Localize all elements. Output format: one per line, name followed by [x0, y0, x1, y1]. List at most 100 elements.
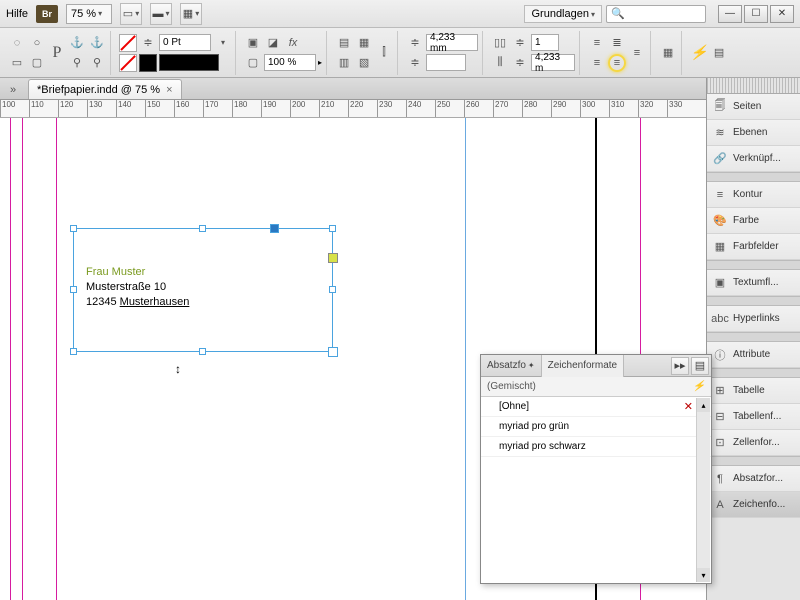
stepper3-icon[interactable]: ≑: [406, 54, 424, 72]
resize-handle[interactable]: [70, 348, 77, 355]
dock-grip[interactable]: [707, 78, 800, 94]
columns-input[interactable]: 1: [531, 34, 559, 51]
opacity-input[interactable]: 100 %: [264, 54, 316, 71]
document-tab[interactable]: *Briefpapier.indd @ 75 % ×: [28, 79, 182, 99]
search-field[interactable]: 🔍: [606, 5, 706, 23]
text-wrap-bound-icon[interactable]: ▦: [355, 34, 373, 52]
bridge-button[interactable]: Br: [36, 5, 58, 23]
dock-item[interactable]: AZeichenfo...: [707, 492, 800, 518]
stroke-weight-input[interactable]: 0 Pt: [159, 34, 211, 51]
text-wrap-none-icon[interactable]: ▤: [335, 34, 353, 52]
in-port[interactable]: [270, 224, 279, 233]
dock-item[interactable]: 🔗Verknüpf...: [707, 146, 800, 172]
arrange-docs-button[interactable]: ▦: [180, 3, 202, 25]
workspace-switcher[interactable]: Grundlagen: [524, 5, 602, 23]
quick-apply-icon[interactable]: ⚡: [690, 44, 708, 62]
dock-item[interactable]: ¶Absatzfor...: [707, 466, 800, 492]
scroll-up-icon[interactable]: ▴: [697, 398, 710, 412]
anchor4-icon[interactable]: ⚲: [88, 54, 106, 72]
character-styles-tab[interactable]: Zeichenformate: [542, 355, 624, 377]
anchor2-icon[interactable]: ⚓: [88, 34, 106, 52]
resize-handle[interactable]: [199, 225, 206, 232]
gutter-input[interactable]: 4,233 m: [531, 54, 575, 71]
tab-close-icon[interactable]: ×: [166, 84, 172, 96]
out-port[interactable]: [328, 253, 338, 263]
collapse-icon[interactable]: ▸▸: [671, 357, 689, 375]
gutter-icon[interactable]: ⫼: [491, 54, 509, 72]
text-wrap-shape-icon[interactable]: ▥: [335, 54, 353, 72]
baseline-icon[interactable]: ≡: [628, 44, 646, 62]
style-list[interactable]: [Ohne]✕myriad pro grünmyriad pro schwarz: [481, 397, 711, 583]
text-wrap-skip-icon[interactable]: ⫿: [375, 44, 393, 62]
blend-icon[interactable]: ▢: [244, 54, 262, 72]
resize-handle[interactable]: [70, 286, 77, 293]
stepper2-icon[interactable]: ≑: [406, 34, 424, 52]
view-options-button[interactable]: ▭: [120, 3, 142, 25]
panel-menu-icon[interactable]: ▤: [691, 357, 709, 375]
character-styles-panel[interactable]: Absatzfo✦ Zeichenformate ▸▸ ▤ (Gemischt)…: [480, 354, 712, 584]
tab-scroll-icon[interactable]: »: [4, 81, 22, 99]
stepper4-icon[interactable]: ≑: [511, 34, 529, 52]
fill-none-icon[interactable]: [119, 34, 137, 52]
minimize-button[interactable]: —: [718, 5, 742, 23]
dock-item[interactable]: ⊞Tabelle: [707, 378, 800, 404]
dock-item[interactable]: 🎨Farbe: [707, 208, 800, 234]
rect-dashed-icon[interactable]: ▭: [8, 54, 26, 72]
clear-override-icon[interactable]: ✕: [684, 400, 693, 413]
anchor3-icon[interactable]: ⚲: [68, 54, 86, 72]
maximize-button[interactable]: ☐: [744, 5, 768, 23]
stroke-none-icon[interactable]: [119, 54, 137, 72]
scrollbar[interactable]: ▴ ▾: [696, 398, 710, 582]
style-row[interactable]: myriad pro grün: [481, 417, 711, 437]
selected-text-frame[interactable]: Frau Muster Musterstraße 10 12345 Muster…: [73, 228, 333, 352]
stroke-style-swatch[interactable]: [139, 54, 157, 72]
align-center-icon[interactable]: ≡: [588, 54, 606, 72]
align-bottom-icon[interactable]: ≡: [608, 54, 626, 72]
dock-item[interactable]: ⊡Zellenfor...: [707, 430, 800, 456]
dock-item[interactable]: ▦Farbfelder: [707, 234, 800, 260]
scroll-down-icon[interactable]: ▾: [697, 568, 710, 582]
dock-item[interactable]: ≡Kontur: [707, 182, 800, 208]
resize-handle[interactable]: [329, 286, 336, 293]
frame-options-icon[interactable]: ▦: [659, 44, 677, 62]
dock-item[interactable]: ≋Ebenen: [707, 120, 800, 146]
rect-icon[interactable]: ▢: [28, 54, 46, 72]
ellipse-dashed-icon[interactable]: ◌: [8, 34, 26, 52]
panel-menu-icon[interactable]: ▤: [710, 44, 728, 62]
text-wrap-jump-icon[interactable]: ▧: [355, 54, 373, 72]
align-justify-icon[interactable]: ≣: [608, 34, 626, 52]
resize-handle[interactable]: [199, 348, 206, 355]
anchor-icon[interactable]: ⚓: [68, 34, 86, 52]
columns-icon[interactable]: ▯▯: [491, 34, 509, 52]
drop-icon[interactable]: [213, 34, 231, 52]
dock-item[interactable]: ⊟Tabellenf...: [707, 404, 800, 430]
dock-item[interactable]: ⓘAttribute: [707, 342, 800, 368]
resize-handle[interactable]: [70, 225, 77, 232]
help-menu[interactable]: Hilfe: [6, 8, 28, 20]
dock-item[interactable]: ▣Textumfl...: [707, 270, 800, 296]
opacity-slider-icon[interactable]: ▸: [318, 58, 322, 67]
paragraph-styles-tab[interactable]: Absatzfo✦: [481, 355, 542, 377]
ruler-tick: 290: [551, 100, 566, 118]
style-row[interactable]: myriad pro schwarz: [481, 437, 711, 457]
close-button[interactable]: ✕: [770, 5, 794, 23]
style-row[interactable]: [Ohne]✕: [481, 397, 711, 417]
resize-handle[interactable]: [328, 347, 338, 357]
stepper-icon[interactable]: ≑: [139, 34, 157, 52]
align-top-icon[interactable]: ≡: [588, 34, 606, 52]
stepper5-icon[interactable]: ≑: [511, 54, 529, 72]
resize-handle[interactable]: [329, 225, 336, 232]
fx-button[interactable]: fx: [284, 34, 302, 52]
dock-item[interactable]: 🗐Seiten: [707, 94, 800, 120]
zoom-level[interactable]: 75 %: [66, 4, 112, 24]
fx1-icon[interactable]: ▣: [244, 34, 262, 52]
quick-apply-icon[interactable]: ⚡: [693, 381, 705, 392]
dock-item[interactable]: abcHyperlinks: [707, 306, 800, 332]
fx2-icon[interactable]: ◪: [264, 34, 282, 52]
paragraph-control-icon[interactable]: P: [48, 44, 66, 62]
cell-padding-input[interactable]: [426, 54, 466, 71]
stroke-preview[interactable]: [159, 54, 219, 71]
cell-h-input[interactable]: 4,233 mm: [426, 34, 478, 51]
screen-mode-button[interactable]: ▬: [150, 3, 172, 25]
ellipse-icon[interactable]: ○: [28, 34, 46, 52]
